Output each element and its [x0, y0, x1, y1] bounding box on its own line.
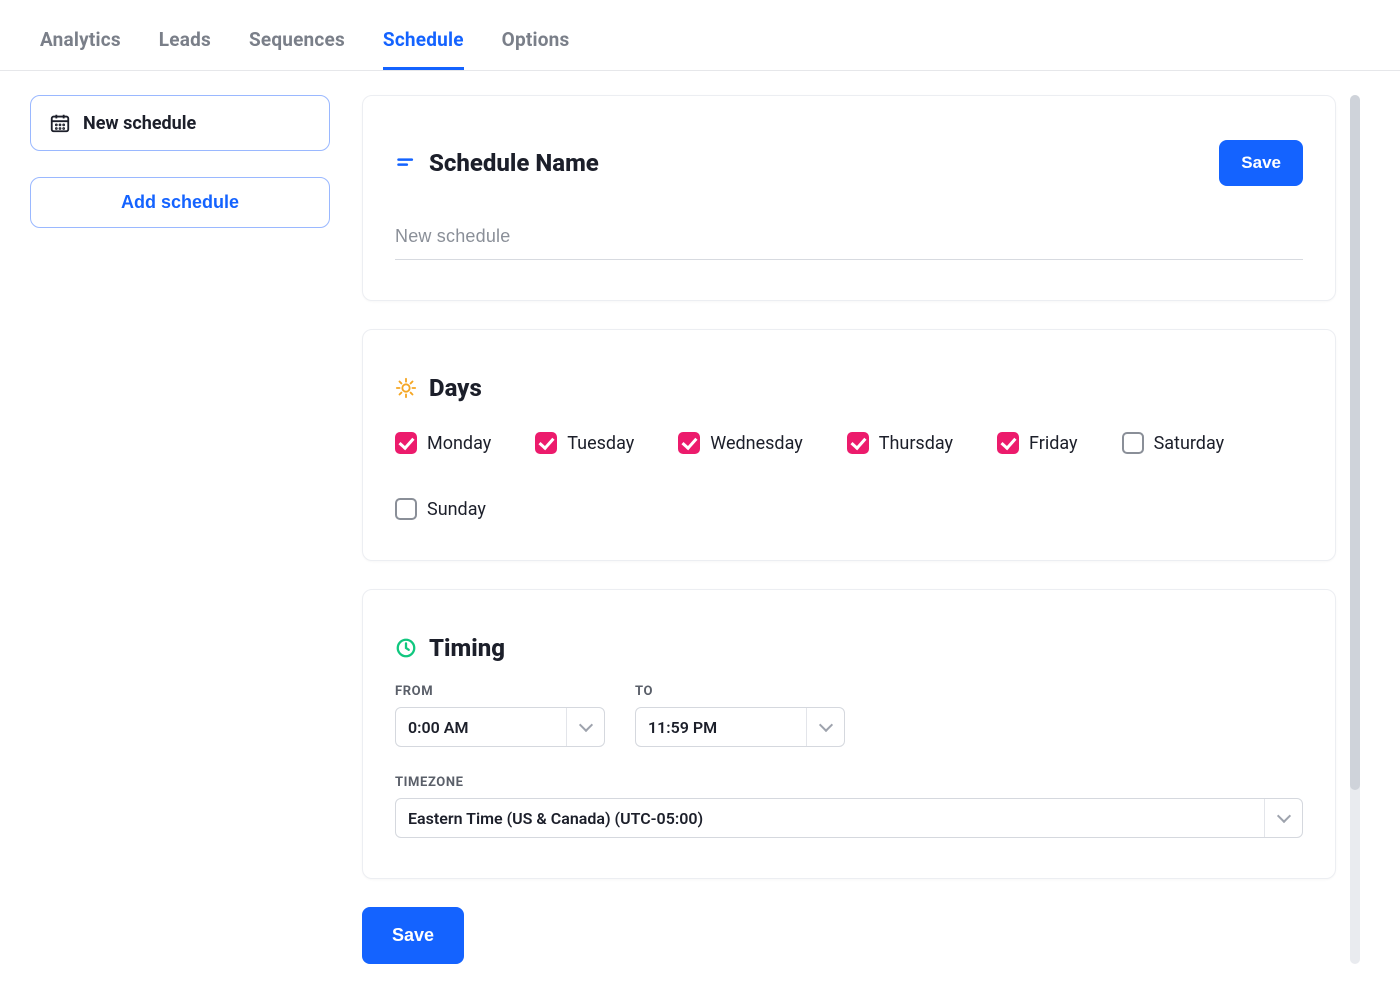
days-title: Days — [429, 374, 482, 402]
calendar-icon — [49, 112, 71, 134]
schedule-name-title: Schedule Name — [429, 149, 599, 177]
day-friday[interactable]: Friday — [997, 432, 1078, 454]
day-sunday[interactable]: Sunday — [395, 498, 486, 520]
sidebar-schedule-label: New schedule — [83, 113, 196, 134]
timing-card: Timing FROM 0:00 AM TO 11:59 PM — [362, 589, 1336, 879]
tab-schedule[interactable]: Schedule — [383, 18, 464, 70]
checkbox-tuesday[interactable] — [535, 432, 557, 454]
from-label: FROM — [395, 684, 605, 699]
scrollbar[interactable] — [1350, 95, 1360, 964]
timezone-select[interactable]: Eastern Time (US & Canada) (UTC-05:00) — [395, 798, 1303, 838]
to-label: TO — [635, 684, 845, 699]
chevron-down-icon — [806, 708, 844, 746]
sidebar-schedule-item[interactable]: New schedule — [30, 95, 330, 151]
day-thursday[interactable]: Thursday — [847, 432, 953, 454]
day-label: Wednesday — [710, 433, 803, 454]
checkbox-friday[interactable] — [997, 432, 1019, 454]
chevron-down-icon — [1264, 799, 1302, 837]
day-label: Monday — [427, 433, 491, 454]
checkbox-saturday[interactable] — [1122, 432, 1144, 454]
day-monday[interactable]: Monday — [395, 432, 491, 454]
timezone-value: Eastern Time (US & Canada) (UTC-05:00) — [396, 799, 1264, 837]
from-time-select[interactable]: 0:00 AM — [395, 707, 605, 747]
scrollbar-thumb[interactable] — [1350, 95, 1360, 790]
timing-title: Timing — [429, 634, 505, 662]
tab-analytics[interactable]: Analytics — [40, 18, 121, 70]
checkbox-thursday[interactable] — [847, 432, 869, 454]
main-panel: Schedule Name Save — [362, 95, 1360, 964]
day-wednesday[interactable]: Wednesday — [678, 432, 803, 454]
chevron-down-icon — [566, 708, 604, 746]
timezone-label: TIMEZONE — [395, 775, 1303, 790]
tab-options[interactable]: Options — [502, 18, 570, 70]
day-label: Saturday — [1154, 433, 1225, 454]
day-label: Friday — [1029, 433, 1078, 454]
sidebar: New schedule Add schedule — [30, 95, 330, 964]
checkbox-sunday[interactable] — [395, 498, 417, 520]
clock-icon — [395, 637, 417, 659]
day-saturday[interactable]: Saturday — [1122, 432, 1225, 454]
day-label: Sunday — [427, 499, 486, 520]
days-card: Days Monday Tuesday Wednesday — [362, 329, 1336, 561]
tab-bar: Analytics Leads Sequences Schedule Optio… — [0, 0, 1400, 71]
checkbox-monday[interactable] — [395, 432, 417, 454]
save-button-bottom[interactable]: Save — [362, 907, 464, 964]
day-tuesday[interactable]: Tuesday — [535, 432, 634, 454]
to-time-select[interactable]: 11:59 PM — [635, 707, 845, 747]
from-time-value: 0:00 AM — [396, 708, 566, 746]
schedule-name-input[interactable] — [395, 220, 1303, 260]
sun-icon — [395, 377, 417, 399]
schedule-name-card: Schedule Name Save — [362, 95, 1336, 301]
to-time-value: 11:59 PM — [636, 708, 806, 746]
tab-leads[interactable]: Leads — [159, 18, 211, 70]
day-label: Thursday — [879, 433, 953, 454]
add-schedule-button[interactable]: Add schedule — [30, 177, 330, 228]
tab-sequences[interactable]: Sequences — [249, 18, 345, 70]
day-label: Tuesday — [567, 433, 634, 454]
save-button-top[interactable]: Save — [1219, 140, 1303, 186]
list-icon — [395, 152, 417, 174]
checkbox-wednesday[interactable] — [678, 432, 700, 454]
